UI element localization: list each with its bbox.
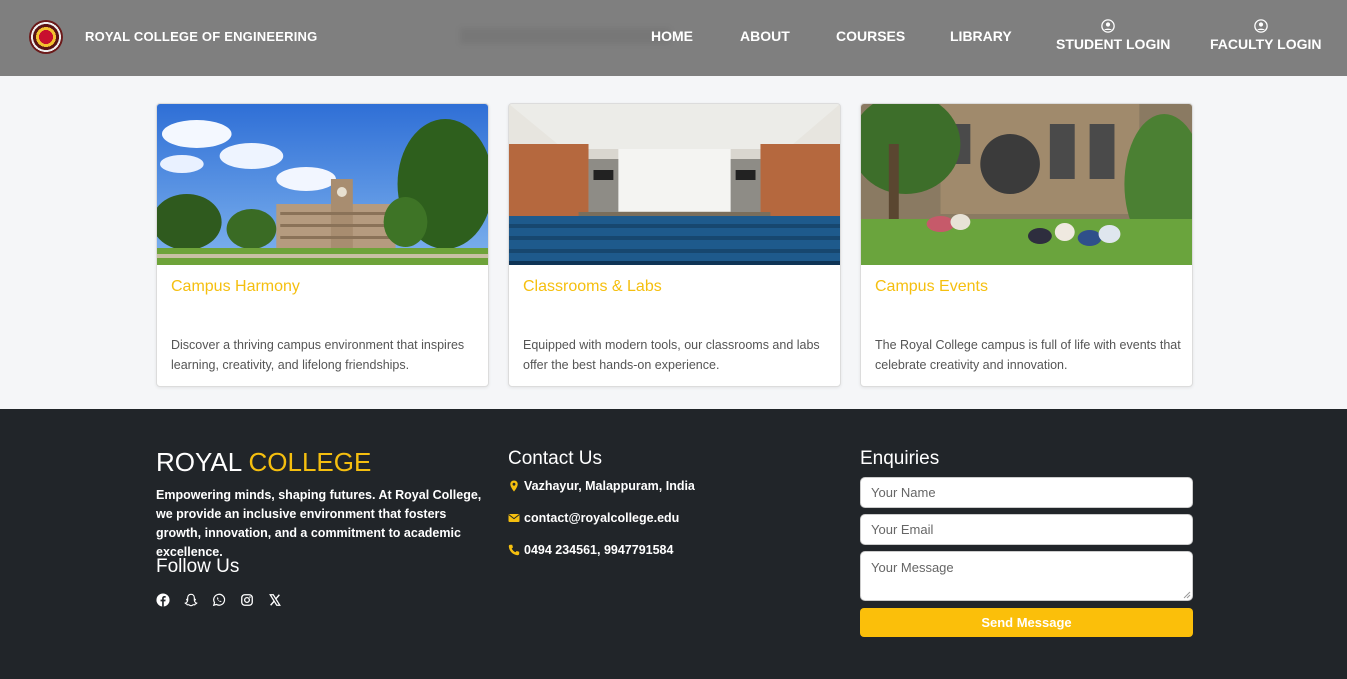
contact-phone: 0494 234561, 9947791584 (508, 543, 673, 557)
card-classrooms-labs: Classrooms & Labs Equipped with modern t… (508, 103, 841, 387)
footer-brand-accent: COLLEGE (248, 447, 372, 477)
facebook-icon[interactable] (156, 593, 170, 607)
card-title: Campus Events (875, 278, 988, 295)
college-logo[interactable] (29, 20, 63, 54)
email-input[interactable] (860, 514, 1193, 545)
follow-heading: Follow Us (156, 556, 240, 577)
nav-faculty-login[interactable]: FACULTY LOGIN (1210, 19, 1321, 52)
user-circle-icon (1101, 19, 1115, 33)
navbar: ROYAL COLLEGE OF ENGINEERING HOME ABOUT … (0, 0, 1347, 76)
nav-library[interactable]: LIBRARY (950, 28, 1012, 44)
contact-address: Vazhayur, Malappuram, India (508, 479, 695, 493)
x-icon[interactable] (268, 593, 282, 607)
send-message-button[interactable]: Send Message (860, 608, 1193, 637)
nav-home[interactable]: HOME (651, 28, 693, 44)
phone-text[interactable]: 0494 234561, 9947791584 (524, 543, 673, 557)
footer-brand-main: ROYAL (156, 447, 242, 477)
card-title: Classrooms & Labs (523, 278, 662, 295)
email-text[interactable]: contact@royalcollege.edu (524, 511, 679, 525)
snapchat-icon[interactable] (184, 593, 198, 607)
social-links (156, 593, 282, 607)
address-text: Vazhayur, Malappuram, India (524, 479, 695, 493)
footer: ROYAL COLLEGE Empowering minds, shaping … (0, 409, 1347, 679)
footer-description: Empowering minds, shaping futures. At Ro… (156, 488, 482, 559)
nav-student-login[interactable]: STUDENT LOGIN (1056, 19, 1170, 52)
faculty-login-label: FACULTY LOGIN (1210, 36, 1322, 52)
instagram-icon[interactable] (240, 593, 254, 607)
map-marker-icon (510, 480, 518, 492)
card-campus-events: Campus Events The Royal College campus i… (860, 103, 1193, 387)
contact-heading: Contact Us (508, 448, 602, 469)
students-on-lawn-image (861, 104, 1192, 265)
phone-icon (508, 544, 520, 556)
envelope-icon (508, 514, 520, 522)
card-title: Campus Harmony (171, 278, 300, 295)
campus-building-image (157, 104, 488, 265)
brand-name[interactable]: ROYAL COLLEGE OF ENGINEERING (85, 29, 317, 44)
student-login-label: STUDENT LOGIN (1056, 36, 1171, 52)
nav-shadow (460, 28, 670, 44)
nav-about[interactable]: ABOUT (740, 28, 790, 44)
message-textarea[interactable] (860, 551, 1193, 601)
name-input[interactable] (860, 477, 1193, 508)
nav-courses[interactable]: COURSES (836, 28, 905, 44)
user-circle-icon (1253, 19, 1268, 33)
card-text: The Royal College campus is full of life… (875, 338, 1181, 372)
enquiries-heading: Enquiries (860, 448, 940, 469)
footer-brand: ROYAL COLLEGE (156, 447, 371, 478)
card-text: Discover a thriving campus environment t… (171, 338, 465, 372)
resize-grip-icon[interactable] (1182, 590, 1191, 599)
contact-email: contact@royalcollege.edu (508, 511, 679, 525)
whatsapp-icon[interactable] (212, 593, 226, 607)
card-campus-harmony: Campus Harmony Discover a thriving campu… (156, 103, 489, 387)
auditorium-image (509, 104, 840, 265)
card-text: Equipped with modern tools, our classroo… (523, 338, 820, 372)
